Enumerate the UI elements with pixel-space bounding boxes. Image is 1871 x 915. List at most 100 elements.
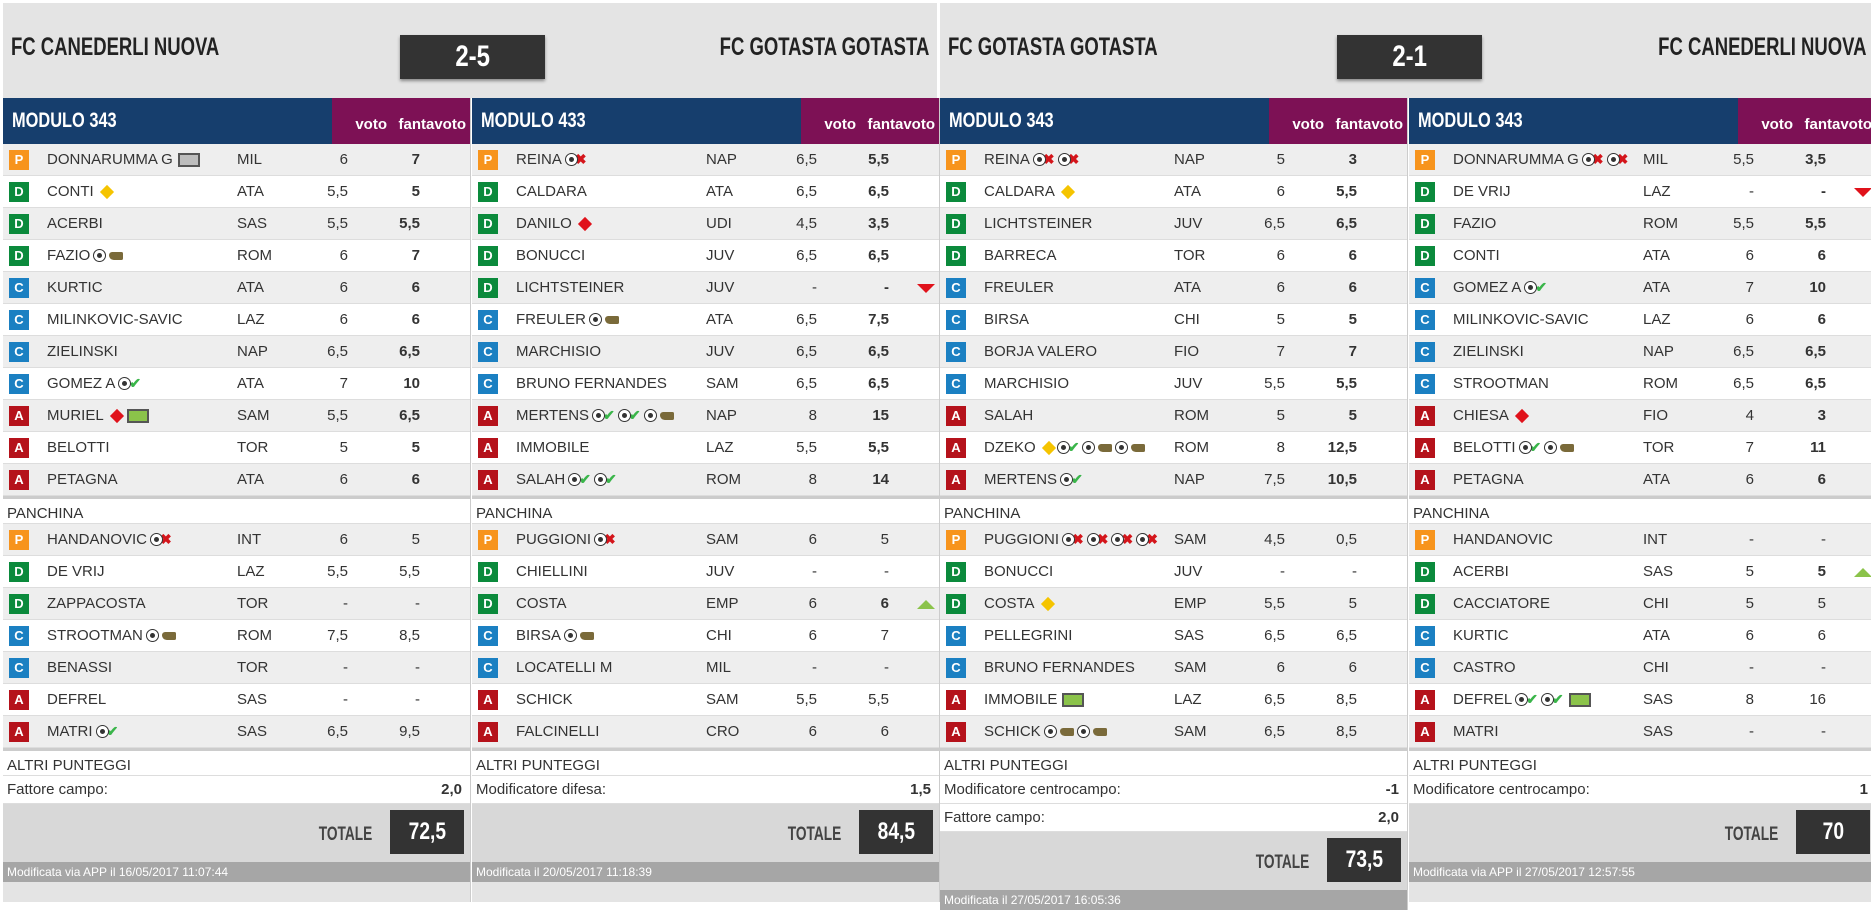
player-row[interactable]: A MURIEL SAM 5,5 6,5	[3, 400, 470, 432]
team-code: ROM	[1643, 375, 1678, 392]
player-row[interactable]: A MATRI ✔ SAS 6,5 9,5	[3, 716, 470, 748]
team-code: JUV	[706, 563, 735, 580]
player-row[interactable]: D DE VRIJ LAZ 5,5 5,5	[3, 556, 470, 588]
player-row[interactable]: A SALAH ✔ ✔ ROM 8 14	[472, 464, 939, 496]
player-row[interactable]: A SCHICK SAM 5,5 5,5	[472, 684, 939, 716]
player-row[interactable]: C LOCATELLI M MIL - -	[472, 652, 939, 684]
player-row[interactable]: C ZIELINSKI NAP 6,5 6,5	[1409, 336, 1871, 368]
player-row[interactable]: P PUGGIONI ✖ ✖ ✖ ✖ SAM 4,5 0,5	[940, 524, 1407, 556]
team-code: SAS	[1174, 627, 1205, 644]
player-row[interactable]: C CASTRO CHI - -	[1409, 652, 1871, 684]
voto-value: -	[1749, 723, 1754, 740]
player-row[interactable]: C MILINKOVIC-SAVIC LAZ 6 6	[1409, 304, 1871, 336]
player-row[interactable]: C GOMEZ A ✔ ATA 7 10	[3, 368, 470, 400]
player-row[interactable]: D CHIELLINI JUV - -	[472, 556, 939, 588]
player-row[interactable]: A PETAGNA ATA 6 6	[3, 464, 470, 496]
player-row[interactable]: A BELOTTI TOR 5 5	[3, 432, 470, 464]
player-row[interactable]: D CALDARA ATA 6,5 6,5	[472, 176, 939, 208]
player-row[interactable]: D LICHTSTEINER JUV - -	[472, 272, 939, 304]
player-row[interactable]: D COSTA EMP 5,5 5	[940, 588, 1407, 620]
player-row[interactable]: C KURTIC ATA 6 6	[3, 272, 470, 304]
player-row[interactable]: D DE VRIJ LAZ - -	[1409, 176, 1871, 208]
player-row[interactable]: A IMMOBILE LAZ 5,5 5,5	[472, 432, 939, 464]
player-row[interactable]: P HANDANOVIC INT - -	[1409, 524, 1871, 556]
player-row[interactable]: C BRUNO FERNANDES SAM 6,5 6,5	[472, 368, 939, 400]
fantavoto-value: -	[1352, 563, 1357, 580]
player-name-text: LICHTSTEINER	[984, 215, 1093, 232]
player-row[interactable]: D CACCIATORE CHI 5 5	[1409, 588, 1871, 620]
player-name: KURTIC	[29, 279, 237, 296]
player-row[interactable]: C KURTIC ATA 6 6	[1409, 620, 1871, 652]
assist-boot-icon	[161, 631, 176, 640]
player-row[interactable]: C MARCHISIO JUV 6,5 6,5	[472, 336, 939, 368]
player-row[interactable]: D FAZIO ROM 6 7	[3, 240, 470, 272]
goal-ball-icon	[589, 313, 603, 326]
player-row[interactable]: A DEFREL SAS - -	[3, 684, 470, 716]
player-row[interactable]: C BENASSI TOR - -	[3, 652, 470, 684]
goal-ball-icon	[1043, 725, 1057, 738]
player-row[interactable]: C ZIELINSKI NAP 6,5 6,5	[3, 336, 470, 368]
role-badge: C	[478, 625, 498, 646]
role-badge: D	[9, 245, 29, 266]
player-row[interactable]: D ACERBI SAS 5,5 5,5	[3, 208, 470, 240]
player-row[interactable]: A MATRI SAS - -	[1409, 716, 1871, 748]
player-row[interactable]: C BORJA VALERO FIO 7 7	[940, 336, 1407, 368]
player-row[interactable]: A IMMOBILE LAZ 6,5 8,5	[940, 684, 1407, 716]
player-row[interactable]: D CALDARA ATA 6 5,5	[940, 176, 1407, 208]
player-row[interactable]: D ACERBI SAS 5 5	[1409, 556, 1871, 588]
player-row[interactable]: C FREULER ATA 6 6	[940, 272, 1407, 304]
voto-value: -	[1749, 531, 1754, 548]
player-name-text: BRUNO FERNANDES	[984, 659, 1135, 676]
modulo-label: MODULO 433	[472, 98, 801, 144]
fantavoto-value: 6,5	[868, 183, 889, 200]
player-row[interactable]: C STROOTMAN ROM 6,5 6,5	[1409, 368, 1871, 400]
goal-ball-icon	[95, 725, 109, 738]
player-name-text: ZAPPACOSTA	[47, 595, 146, 612]
role-badge: A	[478, 405, 498, 426]
lineup-header: MODULO 343 voto fantavoto	[940, 98, 1407, 144]
player-row[interactable]: A DEFREL ✔ ✔ SAS 8 16	[1409, 684, 1871, 716]
player-row[interactable]: P REINA ✖ NAP 6,5 5,5	[472, 144, 939, 176]
player-row[interactable]: A BELOTTI ✔ TOR 7 11	[1409, 432, 1871, 464]
player-row[interactable]: C MILINKOVIC-SAVIC LAZ 6 6	[3, 304, 470, 336]
player-row[interactable]: C GOMEZ A ✔ ATA 7 10	[1409, 272, 1871, 304]
player-row[interactable]: C STROOTMAN ROM 7,5 8,5	[3, 620, 470, 652]
team-code: ROM	[1174, 439, 1209, 456]
player-row[interactable]: D BONUCCI JUV 6,5 6,5	[472, 240, 939, 272]
yellow-card-icon	[1041, 440, 1056, 455]
modulo-text: MODULO 343	[12, 109, 117, 132]
player-row[interactable]: A PETAGNA ATA 6 6	[1409, 464, 1871, 496]
player-row[interactable]: C MARCHISIO JUV 5,5 5,5	[940, 368, 1407, 400]
player-row[interactable]: C PELLEGRINI SAS 6,5 6,5	[940, 620, 1407, 652]
player-row[interactable]: P DONNARUMMA G MIL 6 7	[3, 144, 470, 176]
player-row[interactable]: A CHIESA FIO 4 3	[1409, 400, 1871, 432]
fantavoto-value: 6,5	[1805, 343, 1826, 360]
player-row[interactable]: A DZEKO ✔ ROM 8 12,5	[940, 432, 1407, 464]
fantavoto-value: -	[1821, 723, 1826, 740]
player-row[interactable]: C BRUNO FERNANDES SAM 6 6	[940, 652, 1407, 684]
player-row[interactable]: D CONTI ATA 6 6	[1409, 240, 1871, 272]
player-row[interactable]: C BIRSA CHI 6 7	[472, 620, 939, 652]
player-row[interactable]: A SCHICK SAM 6,5 8,5	[940, 716, 1407, 748]
player-row[interactable]: C FREULER ATA 6,5 7,5	[472, 304, 939, 336]
player-row[interactable]: P PUGGIONI ✖ SAM 6 5	[472, 524, 939, 556]
player-row[interactable]: P REINA ✖ ✖ NAP 5 3	[940, 144, 1407, 176]
player-row[interactable]: A FALCINELLI CRO 6 6	[472, 716, 939, 748]
match-panel: FC CANEDERLI NUOVA 2-5 FC GOTASTA GOTASTA M…	[0, 0, 940, 915]
player-row[interactable]: C BIRSA CHI 5 5	[940, 304, 1407, 336]
bench-list: P HANDANOVIC ✖ INT 6 5 D DE VRIJ LAZ 5,5 5,5 D ZAPPA…	[3, 524, 470, 748]
player-row[interactable]: D ZAPPACOSTA TOR - -	[3, 588, 470, 620]
player-row[interactable]: D DANILO UDI 4,5 3,5	[472, 208, 939, 240]
player-row[interactable]: P DONNARUMMA G ✖ ✖ MIL 5,5 3,5	[1409, 144, 1871, 176]
role-badge: P	[478, 149, 498, 170]
player-row[interactable]: A MERTENS ✔ NAP 7,5 10,5	[940, 464, 1407, 496]
player-row[interactable]: D LICHTSTEINER JUV 6,5 6,5	[940, 208, 1407, 240]
player-row[interactable]: D FAZIO ROM 5,5 5,5	[1409, 208, 1871, 240]
player-row[interactable]: P HANDANOVIC ✖ INT 6 5	[3, 524, 470, 556]
player-row[interactable]: A SALAH ROM 5 5	[940, 400, 1407, 432]
player-row[interactable]: D COSTA EMP 6 6	[472, 588, 939, 620]
player-row[interactable]: D BONUCCI JUV - -	[940, 556, 1407, 588]
player-row[interactable]: A MERTENS ✔ ✔ NAP 8 15	[472, 400, 939, 432]
player-row[interactable]: D BARRECA TOR 6 6	[940, 240, 1407, 272]
player-row[interactable]: D CONTI ATA 5,5 5	[3, 176, 470, 208]
